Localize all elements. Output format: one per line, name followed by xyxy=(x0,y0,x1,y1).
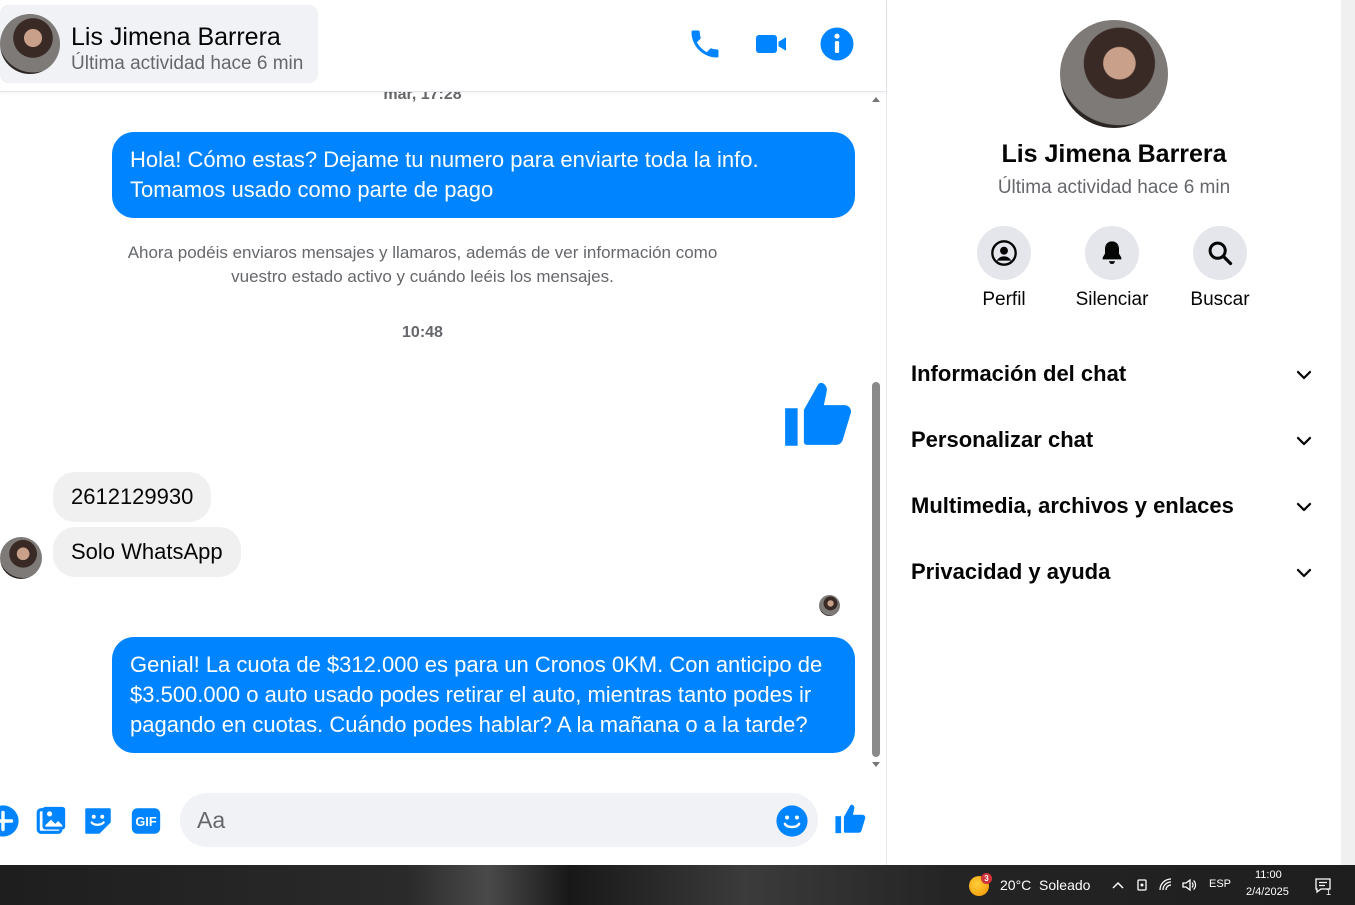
image-icon[interactable] xyxy=(34,804,68,838)
profile-label: Perfil xyxy=(982,289,1026,310)
contact-chip[interactable]: Lis Jimena Barrera Última actividad hace… xyxy=(0,5,318,83)
contact-status: Última actividad hace 6 min xyxy=(71,53,304,74)
section-privacy-help[interactable]: Privacidad y ayuda xyxy=(897,544,1327,600)
timestamp: 10:48 xyxy=(402,324,443,341)
profile-button[interactable]: Perfil xyxy=(949,226,1059,311)
chevron-down-icon xyxy=(1296,568,1312,578)
bell-icon xyxy=(1085,226,1139,280)
messenger-app: Lis Jimena Barrera Última actividad hace… xyxy=(0,0,1355,865)
gif-icon[interactable]: GIF xyxy=(129,804,163,838)
contact-avatar[interactable] xyxy=(0,14,60,74)
chevron-down-icon xyxy=(1296,370,1312,380)
outgoing-message[interactable]: Hola! Cómo estas? Dejame tu numero para … xyxy=(112,132,855,218)
clock-time[interactable]: 11:00 xyxy=(1255,869,1282,881)
search-button[interactable]: Buscar xyxy=(1165,226,1275,311)
section-title: Personalizar chat xyxy=(911,427,1094,452)
notification-count: 1 xyxy=(1326,887,1332,897)
message-thread[interactable]: mar, 17:28 Hola! Cómo estas? Dejame tu n… xyxy=(0,92,868,772)
contact-name: Lis Jimena Barrera xyxy=(71,23,281,51)
clock-date[interactable]: 2/4/2025 xyxy=(1246,886,1289,898)
profile-icon xyxy=(977,226,1031,280)
system-notice-line: vuestro estado activo y cuándo leéis los… xyxy=(231,267,614,286)
message-input[interactable] xyxy=(180,793,818,847)
mute-button[interactable]: Silenciar xyxy=(1057,226,1167,311)
section-chat-info[interactable]: Información del chat xyxy=(897,346,1327,402)
chevron-down-icon xyxy=(1296,436,1312,446)
search-label: Buscar xyxy=(1190,289,1250,310)
language-indicator[interactable]: ESP xyxy=(1209,878,1231,890)
scroll-thumb[interactable] xyxy=(872,382,880,757)
weather-badge: 3 xyxy=(981,873,992,884)
info-contact-status: Última actividad hace 6 min xyxy=(997,177,1231,198)
weather-text[interactable]: 20°C Soleado xyxy=(1000,877,1090,893)
windows-taskbar: 3 20°C Soleado ESP 11:00 2/4/2025 1 xyxy=(0,865,1355,905)
section-media-files-links[interactable]: Multimedia, archivos y enlaces xyxy=(897,478,1327,534)
thread-scrollbar[interactable] xyxy=(868,92,884,772)
video-icon[interactable] xyxy=(753,26,789,62)
info-panel-scrollbar[interactable] xyxy=(1341,0,1355,865)
meet-icon[interactable] xyxy=(1134,877,1150,893)
info-avatar[interactable] xyxy=(1060,20,1168,128)
wifi-icon[interactable] xyxy=(1158,877,1174,893)
incoming-message[interactable]: 2612129930 xyxy=(53,472,212,522)
scroll-down-arrow[interactable] xyxy=(872,762,880,767)
chevron-up-icon[interactable] xyxy=(1110,877,1126,893)
phone-icon[interactable] xyxy=(687,26,723,62)
read-receipt-avatar xyxy=(819,595,840,616)
sender-avatar[interactable] xyxy=(0,537,42,579)
volume-icon[interactable] xyxy=(1181,877,1197,893)
emoji-icon[interactable] xyxy=(775,804,809,838)
search-icon xyxy=(1193,226,1247,280)
info-contact-name: Lis Jimena Barrera xyxy=(1001,140,1227,168)
section-title: Multimedia, archivos y enlaces xyxy=(911,493,1234,518)
send-like-icon[interactable] xyxy=(834,802,868,836)
sticker-icon[interactable] xyxy=(81,804,115,838)
section-title: Privacidad y ayuda xyxy=(911,559,1111,584)
chat-header: Lis Jimena Barrera Última actividad hace… xyxy=(0,0,886,92)
thumbs-up-icon[interactable] xyxy=(782,377,857,452)
conversation-info-panel: Lis Jimena Barrera Última actividad hace… xyxy=(886,0,1355,865)
section-customize-chat[interactable]: Personalizar chat xyxy=(897,412,1327,468)
chevron-down-icon xyxy=(1296,502,1312,512)
incoming-message[interactable]: Solo WhatsApp xyxy=(53,527,241,577)
chat-panel: Lis Jimena Barrera Última actividad hace… xyxy=(0,0,886,865)
system-notice: Ahora podéis enviaros mensajes y llamaro… xyxy=(60,241,785,289)
section-title: Información del chat xyxy=(911,361,1127,386)
system-notice-line: Ahora podéis enviaros mensajes y llamaro… xyxy=(127,243,718,262)
composer: GIF xyxy=(0,776,886,865)
scroll-up-arrow[interactable] xyxy=(872,97,880,102)
mute-label: Silenciar xyxy=(1075,289,1149,310)
plus-icon[interactable] xyxy=(0,804,20,838)
outgoing-message[interactable]: Genial! La cuota de $312.000 es para un … xyxy=(112,637,855,753)
timestamp: mar, 17:28 xyxy=(383,92,462,103)
info-icon[interactable] xyxy=(819,26,855,62)
svg-text:GIF: GIF xyxy=(135,814,156,829)
